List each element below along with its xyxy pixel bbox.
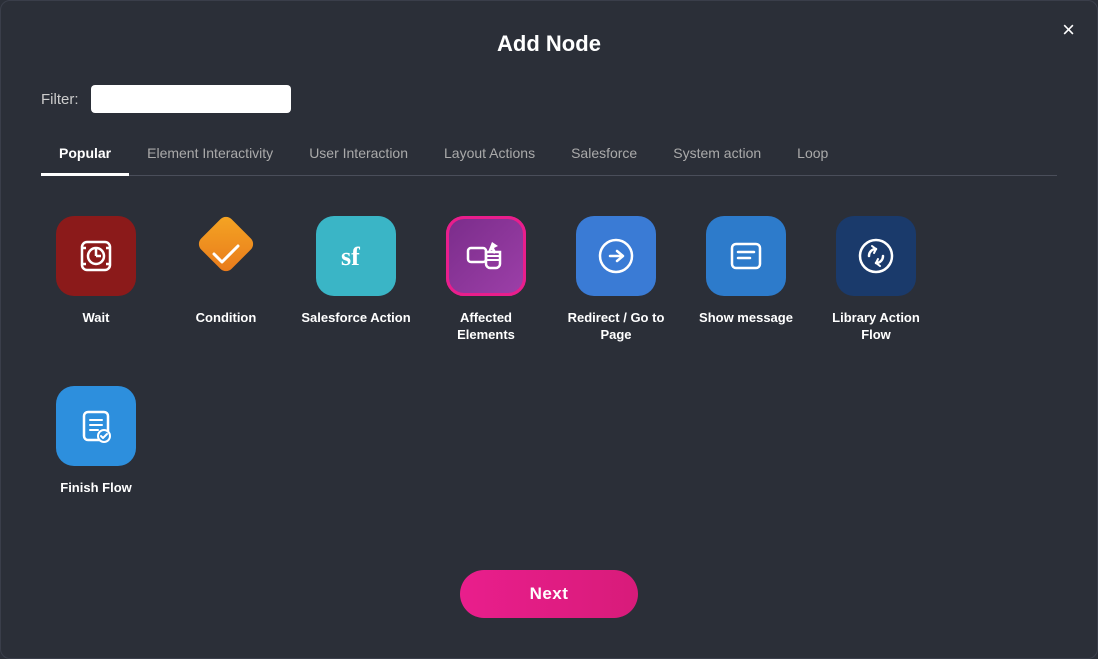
finish-icon-wrapper	[56, 386, 136, 466]
next-button[interactable]: Next	[460, 570, 639, 618]
node-affected-elements[interactable]: Affected Elements	[431, 216, 541, 366]
tab-system-action[interactable]: System action	[655, 137, 779, 176]
salesforce-label: Salesforce Action	[301, 310, 410, 327]
tab-layout-actions[interactable]: Layout Actions	[426, 137, 553, 176]
node-redirect[interactable]: Redirect / Go to Page	[561, 216, 671, 366]
show-message-label: Show message	[699, 310, 793, 327]
wait-icon-wrapper	[56, 216, 136, 296]
node-salesforce-action[interactable]: sf Salesforce Action	[301, 216, 411, 366]
condition-label: Condition	[196, 310, 257, 327]
wait-icon	[74, 234, 118, 278]
tab-user-interaction[interactable]: User Interaction	[291, 137, 426, 176]
redirect-icon	[592, 232, 640, 280]
node-condition[interactable]: Condition	[171, 216, 281, 366]
modal-header: Add Node	[41, 31, 1057, 57]
redirect-label: Redirect / Go to Page	[561, 310, 671, 344]
finish-flow-label: Finish Flow	[60, 480, 132, 497]
redirect-icon-wrapper	[576, 216, 656, 296]
node-finish-flow[interactable]: Finish Flow	[41, 386, 151, 520]
tab-salesforce[interactable]: Salesforce	[553, 137, 655, 176]
tab-element-interactivity[interactable]: Element Interactivity	[129, 137, 291, 176]
affected-icon	[462, 232, 510, 280]
salesforce-icon: sf	[333, 233, 379, 279]
modal-footer: Next	[41, 570, 1057, 618]
svg-text:sf: sf	[341, 242, 360, 271]
wait-label: Wait	[83, 310, 110, 327]
modal-title: Add Node	[497, 31, 601, 56]
filter-row: Filter:	[41, 85, 1057, 113]
node-library-action-flow[interactable]: Library Action Flow	[821, 216, 931, 366]
affected-elements-label: Affected Elements	[431, 310, 541, 344]
library-label: Library Action Flow	[821, 310, 931, 344]
show-message-icon	[722, 232, 770, 280]
filter-input[interactable]	[91, 85, 291, 113]
library-icon	[852, 232, 900, 280]
affected-icon-wrapper	[446, 216, 526, 296]
show-message-icon-wrapper	[706, 216, 786, 296]
node-show-message[interactable]: Show message	[691, 216, 801, 366]
tab-popular[interactable]: Popular	[41, 137, 129, 176]
condition-icon	[186, 216, 266, 296]
finish-icon	[72, 402, 120, 450]
close-button[interactable]: ×	[1062, 19, 1075, 41]
tabs-container: Popular Element Interactivity User Inter…	[41, 137, 1057, 176]
nodes-grid: Wait Condition	[41, 206, 1057, 530]
filter-label: Filter:	[41, 91, 79, 108]
node-wait[interactable]: Wait	[41, 216, 151, 366]
library-icon-wrapper	[836, 216, 916, 296]
add-node-modal: Add Node × Filter: Popular Element Inter…	[0, 0, 1098, 659]
tab-loop[interactable]: Loop	[779, 137, 846, 176]
condition-icon-wrapper	[186, 216, 266, 296]
salesforce-icon-wrapper: sf	[316, 216, 396, 296]
